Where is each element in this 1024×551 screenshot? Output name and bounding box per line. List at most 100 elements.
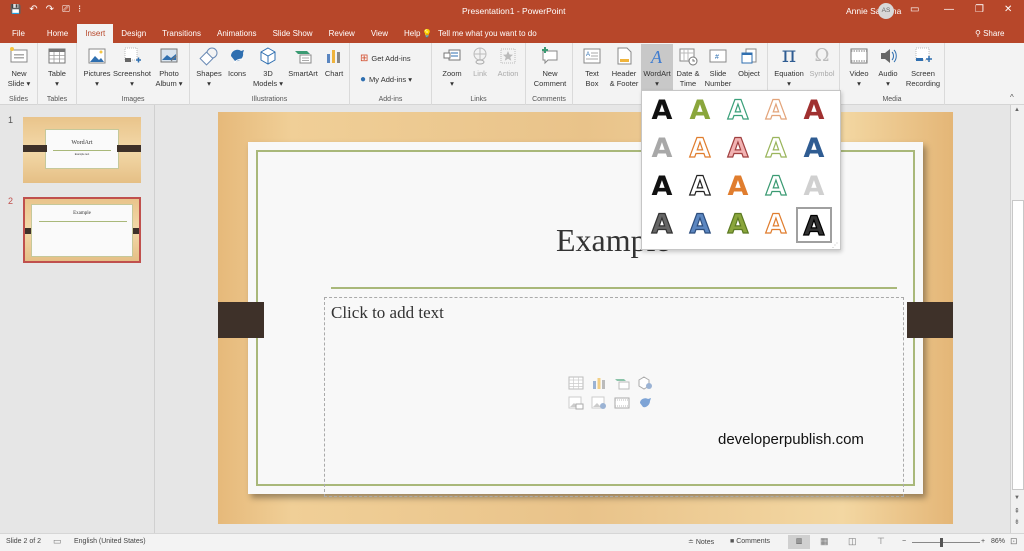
slide-sorter-button[interactable]: ▦: [820, 536, 829, 547]
minimize-button[interactable]: —: [944, 4, 954, 15]
slide-thumbnail-2[interactable]: Example: [23, 197, 141, 263]
symbol-button[interactable]: Ω Symbol: [808, 46, 836, 79]
insert-video-icon[interactable]: [614, 396, 630, 410]
pictures-button[interactable]: Pictures ▾: [82, 46, 112, 89]
wordart-style-20[interactable]: A: [796, 207, 832, 243]
wordart-style-10[interactable]: A: [796, 131, 832, 167]
wordart-style-4[interactable]: A: [758, 93, 794, 129]
close-button[interactable]: ✕: [1004, 4, 1012, 15]
insert-online-picture-icon[interactable]: [591, 396, 607, 410]
date-time-button[interactable]: Date & Time: [674, 46, 702, 89]
tab-review[interactable]: Review: [321, 24, 363, 43]
undo-icon[interactable]: ↶: [29, 4, 37, 15]
3d-models-button[interactable]: 3D Models ▾: [252, 46, 284, 89]
present-from-start-icon[interactable]: ⎚: [62, 4, 70, 15]
wordart-style-8[interactable]: A: [720, 131, 756, 167]
vertical-scrollbar[interactable]: ▲ ▼ ⇞ ⇟: [1010, 105, 1024, 533]
content-placeholder[interactable]: Click to add text developerpublish.com: [324, 297, 904, 497]
screen-recording-button[interactable]: Screen Recording: [903, 46, 943, 89]
equation-button[interactable]: π Equation ▾: [771, 45, 807, 89]
share-button[interactable]: ⚲ Share: [975, 24, 1004, 43]
next-slide-icon[interactable]: ⇟: [1014, 518, 1020, 526]
screenshot-button[interactable]: Screenshot ▾: [113, 46, 151, 89]
notes-button[interactable]: ≐ Notes: [688, 538, 714, 546]
action-button[interactable]: Action: [494, 46, 522, 79]
slide-number-button[interactable]: # Slide Number: [703, 46, 733, 89]
slide-show-button[interactable]: ⊤: [877, 536, 885, 547]
get-addins-button[interactable]: ⊞ Get Add-ins: [360, 53, 411, 64]
customize-qat-icon[interactable]: ⁝: [78, 4, 81, 15]
zoom-level[interactable]: 86%: [991, 538, 1005, 545]
wordart-style-16[interactable]: A: [644, 207, 680, 243]
zoom-slider-handle[interactable]: [939, 538, 943, 547]
wordart-style-2[interactable]: A: [682, 93, 718, 129]
tab-design[interactable]: Design: [113, 24, 154, 43]
scroll-up-icon[interactable]: ▲: [1014, 107, 1020, 113]
insert-picture-icon[interactable]: [568, 396, 584, 410]
icons-button[interactable]: Icons: [225, 46, 249, 79]
photo-album-button[interactable]: Photo Album ▾: [153, 46, 185, 89]
tab-view[interactable]: View: [363, 24, 396, 43]
new-comment-button[interactable]: New Comment: [530, 46, 570, 89]
tab-animations[interactable]: Animations: [209, 24, 265, 43]
audio-button[interactable]: Audio ▾: [874, 46, 902, 89]
wordart-style-5[interactable]: A: [796, 93, 832, 129]
tab-transitions[interactable]: Transitions: [154, 24, 209, 43]
wordart-style-7[interactable]: A: [682, 131, 718, 167]
reading-view-button[interactable]: ◫: [848, 536, 857, 547]
save-icon[interactable]: 💾: [10, 4, 21, 15]
collapse-ribbon-icon[interactable]: ^: [1010, 93, 1014, 102]
table-button[interactable]: Table ▾: [44, 46, 70, 89]
wordart-style-12[interactable]: A: [682, 169, 718, 205]
wordart-style-9[interactable]: A: [758, 131, 794, 167]
tell-me-search[interactable]: 💡 Tell me what you want to do: [422, 24, 537, 43]
wordart-style-19[interactable]: A: [758, 207, 794, 243]
wordart-style-14[interactable]: A: [758, 169, 794, 205]
slide-thumbnail-1[interactable]: WordArt Example text: [23, 117, 141, 183]
wordart-style-18[interactable]: A: [720, 207, 756, 243]
comments-button[interactable]: ■ Comments: [730, 538, 770, 545]
restore-button[interactable]: ❐: [975, 4, 984, 15]
insert-table-icon[interactable]: [568, 376, 584, 390]
previous-slide-icon[interactable]: ⇞: [1014, 507, 1020, 515]
wordart-style-15[interactable]: A: [796, 169, 832, 205]
smartart-button[interactable]: SmartArt: [286, 46, 320, 79]
wordart-button[interactable]: A WordArt ▾: [641, 44, 673, 92]
insert-chart-icon[interactable]: [591, 376, 607, 390]
spell-check-icon[interactable]: ▭: [53, 536, 62, 547]
normal-view-button[interactable]: ▥: [788, 535, 810, 549]
zoom-slider[interactable]: [912, 538, 980, 547]
video-button[interactable]: Video ▾: [845, 46, 873, 89]
resize-grip-icon[interactable]: ⋰: [832, 242, 838, 249]
chart-button[interactable]: Chart: [321, 46, 347, 79]
scrollbar-thumb[interactable]: [1012, 200, 1024, 490]
insert-icon-icon[interactable]: [637, 396, 653, 410]
language-indicator[interactable]: English (United States): [74, 538, 146, 545]
scroll-down-icon[interactable]: ▼: [1014, 495, 1020, 501]
my-addins-button[interactable]: ● My Add-ins ▾: [360, 74, 412, 85]
wordart-style-13[interactable]: A: [720, 169, 756, 205]
insert-smartart-icon[interactable]: [614, 376, 630, 390]
wordart-style-3[interactable]: A: [720, 93, 756, 129]
zoom-out-button[interactable]: −: [902, 538, 906, 545]
text-box-button[interactable]: A Text Box: [579, 46, 605, 89]
wordart-style-17[interactable]: A: [682, 207, 718, 243]
fit-to-window-icon[interactable]: ⊡: [1010, 536, 1018, 547]
shapes-button[interactable]: Shapes ▾: [194, 46, 224, 89]
avatar[interactable]: AS: [878, 3, 894, 19]
tab-slide-show[interactable]: Slide Show: [265, 24, 321, 43]
tab-file[interactable]: File: [0, 24, 37, 43]
header-footer-button[interactable]: Header & Footer: [607, 46, 641, 89]
wordart-style-11[interactable]: A: [644, 169, 680, 205]
wordart-style-6[interactable]: A: [644, 131, 680, 167]
object-button[interactable]: Object: [734, 46, 764, 79]
zoom-in-button[interactable]: +: [981, 538, 985, 545]
zoom-button[interactable]: Zoom ▾: [438, 46, 466, 89]
tab-insert[interactable]: Insert: [77, 24, 114, 43]
new-slide-button[interactable]: New Slide ▾: [4, 46, 34, 89]
link-button[interactable]: Link: [468, 46, 492, 79]
insert-3d-model-icon[interactable]: [637, 376, 653, 390]
tab-home[interactable]: Home: [37, 24, 77, 43]
redo-icon[interactable]: ↷: [46, 4, 54, 15]
wordart-style-1[interactable]: A: [644, 93, 680, 129]
